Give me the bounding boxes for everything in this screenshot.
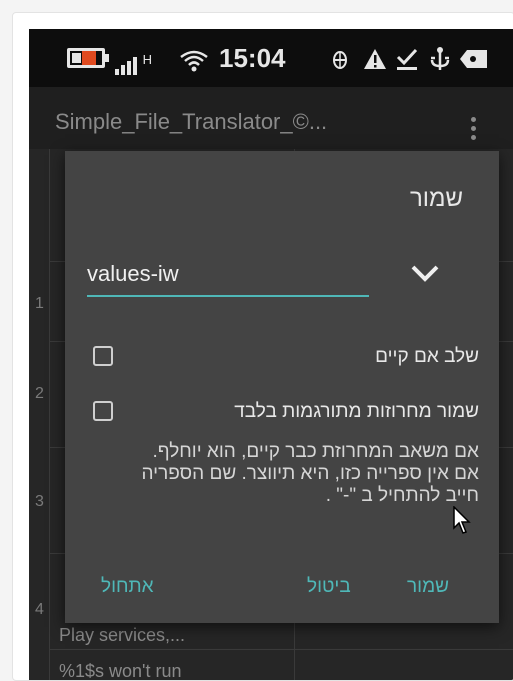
save-translated-only-label[interactable]: שמור מחרוזות מתורגמות בלבד (234, 401, 479, 423)
input-underline (87, 295, 369, 297)
wifi-icon (180, 50, 208, 72)
list-divider (49, 649, 513, 650)
row-number: 4 (35, 601, 44, 618)
app-title: Simple_File_Translator_©... (55, 109, 328, 134)
status-bar: H 15:04 (29, 29, 513, 87)
app-bar: Simple_File_Translator_©... (29, 87, 513, 149)
save-button[interactable]: שמור (407, 576, 449, 598)
dialog-title: שמור (409, 185, 463, 212)
battery-charging-icon (67, 48, 109, 68)
reset-button[interactable]: אתחול (101, 576, 154, 598)
list-item-text[interactable]: Play services,... (59, 625, 185, 646)
save-dialog: שמור שלב אם קיים שמור מחרוזות מתורגמות ב… (65, 151, 499, 623)
folder-name-input[interactable] (87, 255, 369, 293)
merge-if-exists-label[interactable]: שלב אם קיים (375, 346, 479, 368)
download-done-icon (396, 48, 418, 70)
row-number: 2 (35, 385, 44, 402)
save-info-text: אם משאב המחרוזת כבר קיים, הוא יוחלף. אם … (87, 441, 479, 507)
bug-icon (333, 51, 347, 69)
warning-icon (364, 49, 386, 69)
phone-frame: H 15:04 Simple_File_Translator_©... 1 2 … (12, 12, 513, 681)
notification-icon (460, 50, 487, 68)
merge-if-exists-row[interactable]: שלב אם קיים (87, 343, 479, 373)
chevron-down-icon[interactable] (409, 259, 441, 287)
row-number: 1 (35, 295, 44, 312)
folder-name-field[interactable] (87, 255, 369, 297)
signal-icon: H (115, 43, 152, 75)
info-line: אם משאב המחרוזת כבר קיים, הוא יוחלף. (152, 441, 479, 462)
list-divider (49, 149, 50, 680)
overflow-menu-icon[interactable] (471, 117, 477, 144)
status-clock: 15:04 (219, 43, 286, 73)
save-translated-only-checkbox[interactable] (93, 401, 113, 421)
usb-icon (430, 47, 450, 70)
info-line: חייב להתחיל ב "-" . (325, 485, 479, 506)
list-item-text[interactable]: %1$s won't run (59, 661, 182, 680)
info-line: אם אין ספרייה כזו, היא תיווצר. שם הספריה (141, 463, 479, 484)
mouse-pointer-icon (453, 506, 471, 534)
row-number: 3 (35, 493, 44, 510)
save-translated-only-row[interactable]: שמור מחרוזות מתורגמות בלבד (87, 398, 479, 428)
device-screen: H 15:04 Simple_File_Translator_©... 1 2 … (29, 29, 513, 680)
network-type-label: H (142, 52, 152, 67)
merge-if-exists-checkbox[interactable] (93, 346, 113, 366)
cancel-button[interactable]: ביטול (307, 576, 351, 598)
